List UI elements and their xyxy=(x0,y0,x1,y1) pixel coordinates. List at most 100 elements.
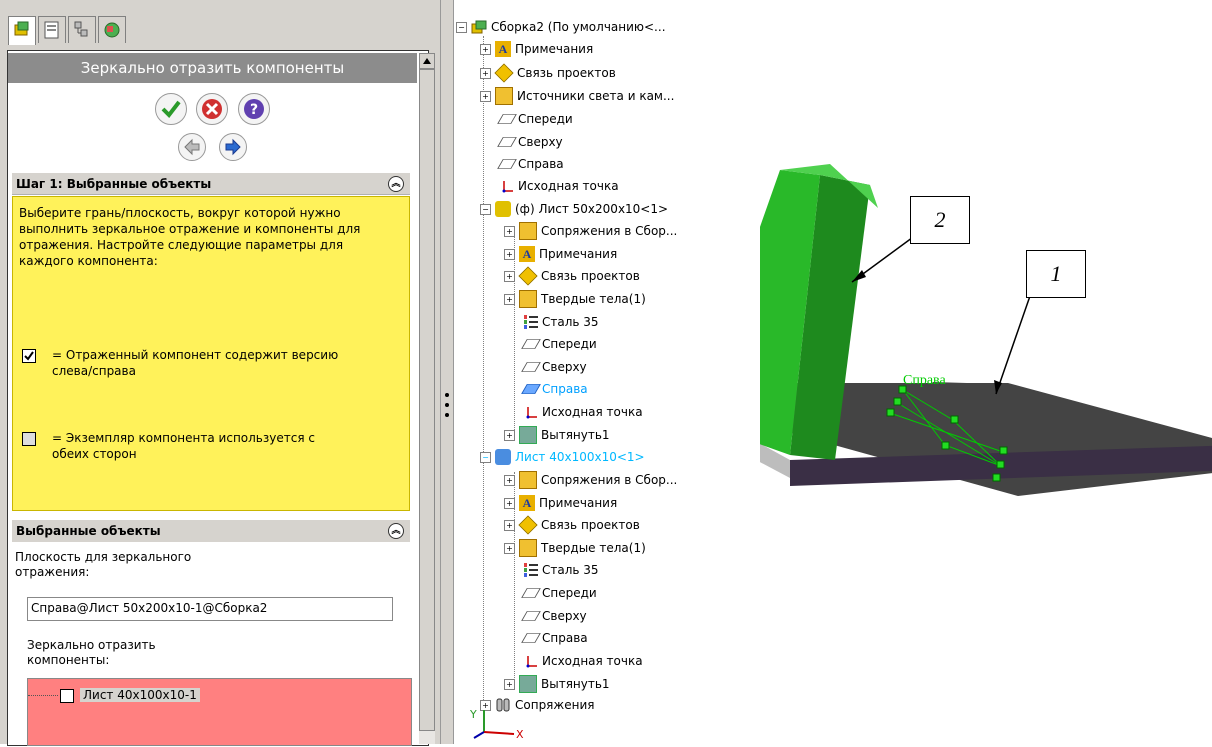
tree-item-design-binder[interactable]: + Связь проектов xyxy=(504,514,640,536)
scroll-thumb[interactable] xyxy=(419,69,435,731)
tree-item-label: Спереди xyxy=(542,586,597,600)
tree-item-mates-in-assembly[interactable]: + Сопряжения в Сбор... xyxy=(504,469,677,491)
expand-icon[interactable]: + xyxy=(504,474,515,486)
tree-item-label: Примечания xyxy=(539,247,618,261)
collapse-icon[interactable]: − xyxy=(456,21,467,33)
tree-item-part1[interactable]: − (ф) Лист 50х200х10<1> xyxy=(480,198,668,220)
tree-item-origin[interactable]: Исходная точка xyxy=(524,401,643,423)
assembly-icon xyxy=(471,19,487,35)
tree-item-right-plane[interactable]: Справа xyxy=(497,153,564,175)
tree-item-label: Спереди xyxy=(518,112,573,126)
collapse-icon[interactable]: ︽ xyxy=(388,176,404,192)
tab-configuration-manager[interactable] xyxy=(68,16,96,43)
components-list[interactable]: Лист 40х100х10-1 xyxy=(27,678,412,746)
tree-item-top-plane[interactable]: Сверху xyxy=(521,356,587,378)
selections-header[interactable]: Выбранные объекты ︽ xyxy=(12,520,410,542)
panel-scrollbar[interactable] xyxy=(419,53,435,744)
expand-icon[interactable]: + xyxy=(504,678,515,690)
tree-item-right-plane-selected[interactable]: Справа xyxy=(521,378,588,400)
selections-body: Плоскость для зеркального отражения: Спр… xyxy=(12,542,412,746)
expand-icon[interactable]: + xyxy=(504,270,515,282)
checkmark-icon xyxy=(161,100,181,119)
expand-icon[interactable]: + xyxy=(504,519,515,531)
expand-icon[interactable]: + xyxy=(480,90,491,102)
list-item[interactable]: Лист 40х100х10-1 xyxy=(28,687,200,703)
lights-icon xyxy=(495,87,513,105)
component-label: Лист 40х100х10-1 xyxy=(80,688,200,702)
collapse-icon[interactable]: ︽ xyxy=(388,523,404,539)
tree-item-design-binder[interactable]: + Связь проектов xyxy=(504,265,640,287)
tree-item-label: Сталь 35 xyxy=(542,315,599,329)
panel-title: Зеркально отразить компоненты xyxy=(8,53,417,83)
expand-icon[interactable]: + xyxy=(504,225,515,237)
scroll-up-button[interactable] xyxy=(419,53,435,69)
checked-checkbox-icon xyxy=(22,349,36,363)
help-button[interactable]: ? xyxy=(238,93,270,125)
plane-icon xyxy=(497,159,517,169)
property-icon xyxy=(44,21,59,39)
plane-icon xyxy=(521,588,541,598)
plane-icon xyxy=(521,611,541,621)
expand-icon[interactable]: + xyxy=(480,67,491,79)
tree-item-annotations[interactable]: + A Примечания xyxy=(504,243,617,265)
tree-item-top-plane[interactable]: Сверху xyxy=(521,605,587,627)
tree-item-solid-bodies[interactable]: + Твердые тела(1) xyxy=(504,288,646,310)
tree-item-design-binder[interactable]: + Связь проектов xyxy=(480,62,616,84)
tab-feature-manager[interactable] xyxy=(8,16,36,45)
tree-item-solid-bodies[interactable]: + Твердые тела(1) xyxy=(504,537,646,559)
next-button[interactable] xyxy=(219,133,247,161)
axis-triad-icon: Y X xyxy=(469,708,524,741)
annotation-icon: A xyxy=(519,246,535,262)
design-binder-icon xyxy=(518,515,538,535)
design-binder-icon xyxy=(518,266,538,286)
material-icon xyxy=(524,314,538,330)
tree-item-label: Вытянуть1 xyxy=(541,428,610,442)
tab-property-manager[interactable] xyxy=(38,16,66,43)
graphics-area[interactable]: Справа 2 1 xyxy=(690,0,1212,744)
tree-line xyxy=(483,36,484,708)
expand-icon[interactable]: + xyxy=(504,497,515,509)
step1-header[interactable]: Шаг 1: Выбранные объекты ︽ xyxy=(12,173,410,195)
tree-item-origin[interactable]: Исходная точка xyxy=(500,175,619,197)
tree-item-annotations[interactable]: + A Примечания xyxy=(504,492,617,514)
tree-item-top-plane[interactable]: Сверху xyxy=(497,131,563,153)
plane-icon xyxy=(521,384,541,394)
part-icon xyxy=(495,201,511,217)
property-manager-panel: Зеркально отразить компоненты ? Шаг 1: В… xyxy=(0,0,440,746)
mirror-plane-field[interactable]: Справа@Лист 50х200х10-1@Сборка2 xyxy=(27,597,393,621)
tab-display-manager[interactable] xyxy=(98,16,126,43)
tree-item-material[interactable]: Сталь 35 xyxy=(524,559,599,581)
cancel-button[interactable] xyxy=(196,93,228,125)
tree-item-annotations[interactable]: + A Примечания xyxy=(480,38,593,60)
expand-icon[interactable]: + xyxy=(504,429,515,441)
plane-icon xyxy=(497,137,517,147)
component-checkbox[interactable] xyxy=(60,689,74,703)
tree-item-part2[interactable]: − Лист 40х100х10<1> xyxy=(480,446,645,468)
expand-icon[interactable]: + xyxy=(504,293,515,305)
expand-icon[interactable]: + xyxy=(480,43,491,55)
expand-icon[interactable]: + xyxy=(504,542,515,554)
collapse-icon[interactable]: − xyxy=(480,451,491,463)
tree-item-right-plane[interactable]: Справа xyxy=(521,627,588,649)
tree-item-label: Связь проектов xyxy=(541,518,640,532)
tree-root[interactable]: − Сборка2 (По умолчанию<... xyxy=(456,16,666,38)
tree-item-extrude[interactable]: + Вытянуть1 xyxy=(504,424,610,446)
ok-button[interactable] xyxy=(155,93,187,125)
callout-1-leader xyxy=(995,295,1031,395)
tree-item-origin[interactable]: Исходная точка xyxy=(524,650,643,672)
origin-icon xyxy=(500,179,514,193)
tree-item-extrude[interactable]: + Вытянуть1 xyxy=(504,673,610,695)
expand-icon[interactable]: + xyxy=(504,248,515,260)
back-button[interactable] xyxy=(178,133,206,161)
collapse-icon[interactable]: − xyxy=(480,203,491,215)
tree-item-lights[interactable]: + Источники света и кам... xyxy=(480,85,674,107)
tree-item-front-plane[interactable]: Спереди xyxy=(521,582,597,604)
unchecked-checkbox-icon xyxy=(22,432,36,446)
tree-item-label: Сопряжения в Сбор... xyxy=(541,224,678,238)
tree-item-front-plane[interactable]: Спереди xyxy=(521,333,597,355)
tree-item-material[interactable]: Сталь 35 xyxy=(524,311,599,333)
tree-item-mates-in-assembly[interactable]: + Сопряжения в Сбор... xyxy=(504,220,677,242)
tree-item-label: Сталь 35 xyxy=(542,563,599,577)
tree-item-front-plane[interactable]: Спереди xyxy=(497,108,573,130)
display-icon xyxy=(104,22,120,38)
